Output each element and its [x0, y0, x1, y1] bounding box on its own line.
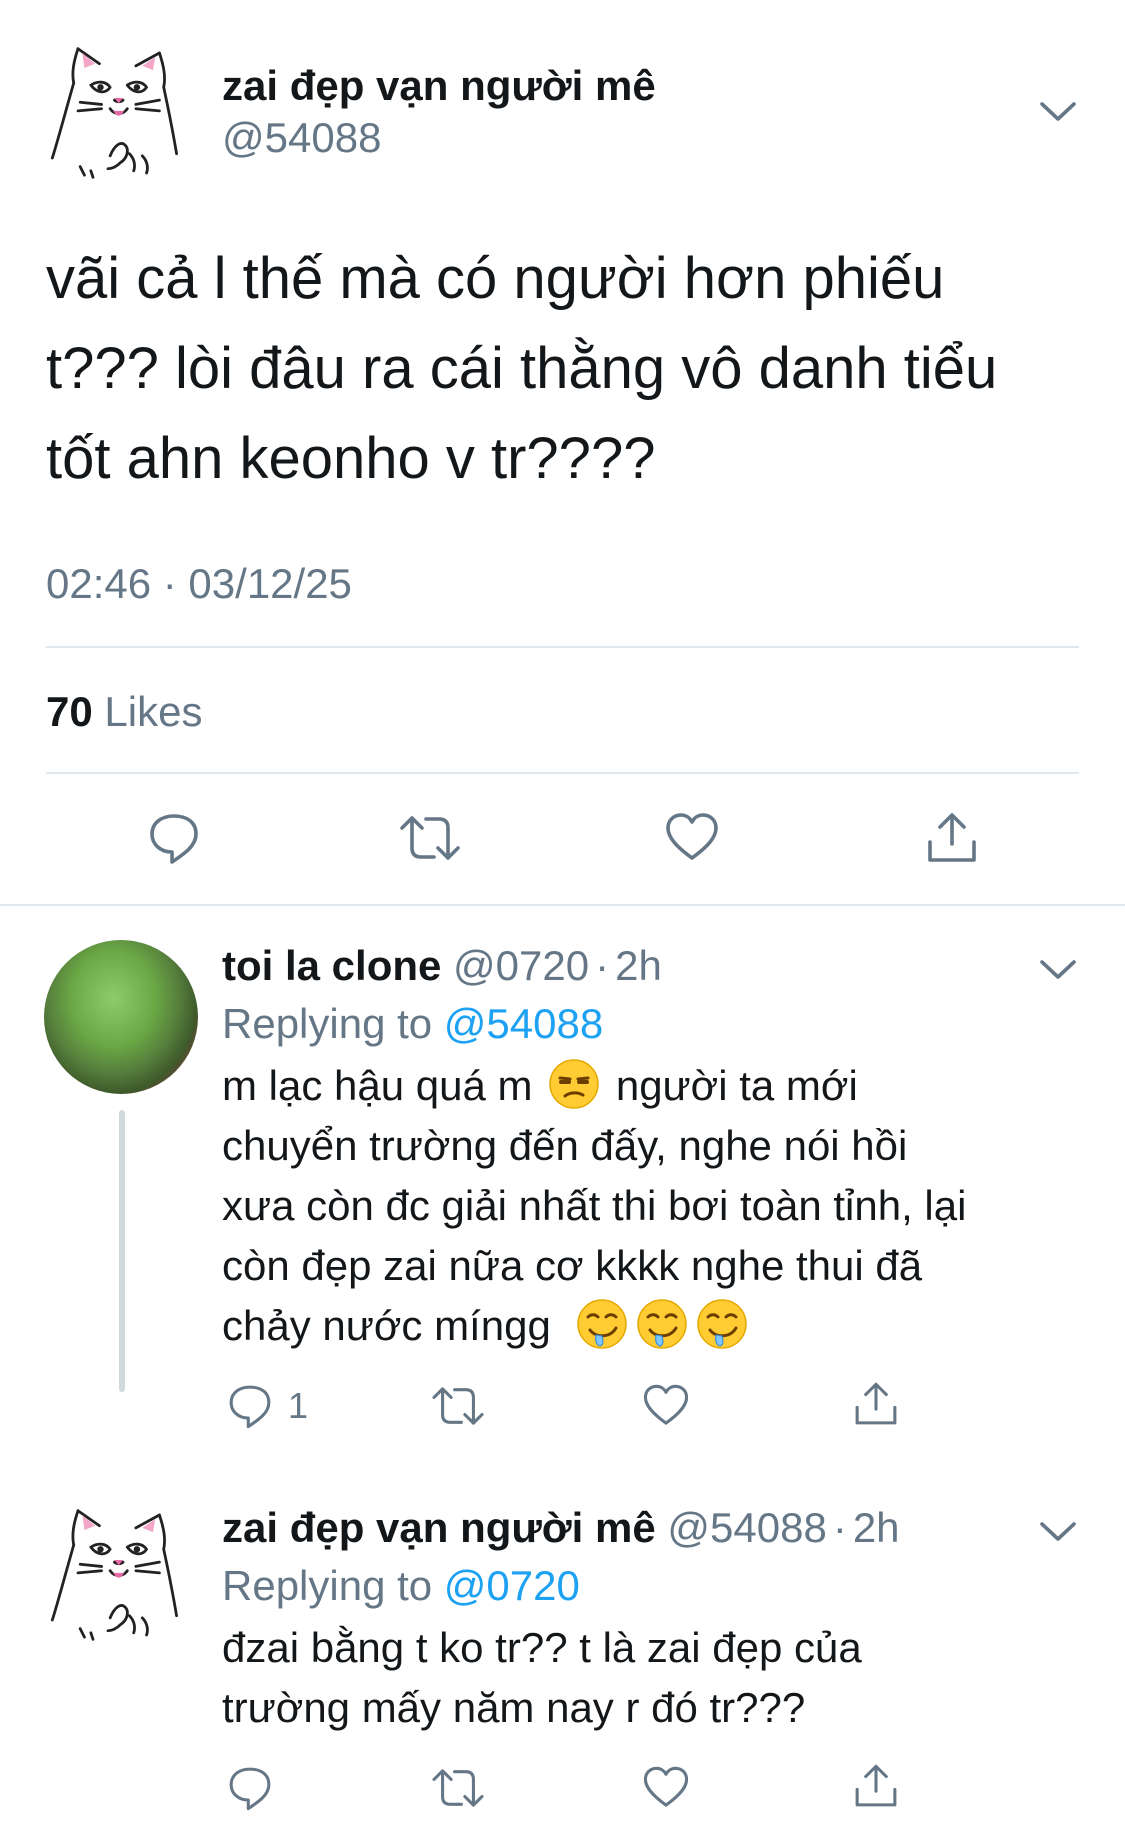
reply-icon — [146, 810, 202, 866]
like-button[interactable] — [642, 1382, 690, 1430]
reply-tweet: zai đẹp vạn người mê @54088 · 2h Replying … — [0, 1480, 1125, 1842]
reply-icon — [226, 1764, 274, 1812]
divider — [0, 904, 1125, 906]
likes-count: 70 — [46, 688, 93, 735]
share-button[interactable] — [852, 1762, 900, 1810]
more-options-button[interactable] — [1038, 100, 1078, 124]
heart-icon — [642, 1764, 690, 1812]
replying-to-handle[interactable]: @54088 — [444, 1000, 603, 1047]
reply-time[interactable]: 2h — [853, 1504, 900, 1551]
tweet-text-line: t??? lòi đâu ra cái thằng vô danh tiểu — [46, 336, 998, 401]
share-button[interactable] — [924, 810, 980, 866]
author-handle[interactable]: @54088 — [222, 114, 381, 162]
drooling-face-icon — [636, 1298, 688, 1350]
tweet-text: vãi cả l thế mà có người hơn phiếu t??? … — [46, 234, 997, 504]
chevron-down-icon — [1038, 1520, 1078, 1544]
drooling-face-icon — [696, 1298, 748, 1350]
separator: · — [832, 1504, 847, 1551]
cat-avatar-icon — [48, 38, 198, 188]
share-icon — [852, 1380, 900, 1428]
reply-text-line: còn đẹp zai nữa cơ kkkk nghe thui đã — [222, 1242, 923, 1289]
reply-tweet: toi la clone @0720 · 2h Replying to @54088… — [0, 910, 1125, 1470]
retweet-button[interactable] — [398, 810, 462, 866]
reply-button[interactable] — [226, 1764, 274, 1812]
tweet-timestamp[interactable]: 02:46 · 03/12/25 — [46, 560, 352, 608]
main-tweet: zai đẹp vạn người mê @54088 vãi cả l thế… — [0, 0, 1125, 906]
heart-icon — [664, 810, 720, 866]
tweet-text-line: vãi cả l thế mà có người hơn phiếu — [46, 246, 945, 311]
reply-time[interactable]: 2h — [615, 942, 662, 989]
retweet-icon — [430, 1764, 486, 1812]
chevron-down-icon — [1038, 100, 1078, 124]
reply-header: zai đẹp vạn người mê @54088 · 2h — [222, 1504, 900, 1552]
divider — [46, 772, 1079, 774]
author-name[interactable]: toi la clone — [222, 942, 441, 989]
more-options-button[interactable] — [1038, 958, 1078, 982]
reply-text: đzai bằng t ko tr?? t là zai đẹp của trư… — [222, 1618, 862, 1738]
like-button[interactable] — [664, 810, 720, 866]
reply-text-segment: chảy nước míngg — [222, 1302, 551, 1349]
share-button[interactable] — [852, 1380, 900, 1428]
divider — [46, 646, 1079, 648]
reply-text-line: chảy nước míngg — [222, 1296, 966, 1356]
chevron-down-icon — [1038, 958, 1078, 982]
retweet-icon — [430, 1382, 486, 1430]
reply-text-segment: người ta mới — [615, 1062, 858, 1109]
avatar[interactable] — [44, 940, 198, 1094]
reply-text-line: m lạc hậu quá m người ta mới — [222, 1056, 966, 1116]
like-button[interactable] — [642, 1764, 690, 1812]
reply-text-line: đzai bằng t ko tr?? t là zai đẹp của — [222, 1624, 862, 1671]
cat-avatar-icon — [48, 1500, 198, 1650]
reply-text: m lạc hậu quá m người ta mới chuyển trườ… — [222, 1056, 966, 1356]
replying-to-label: Replying to — [222, 1562, 433, 1609]
reply-count: 1 — [288, 1385, 309, 1426]
retweet-icon — [398, 810, 462, 866]
heart-icon — [642, 1382, 690, 1430]
more-options-button[interactable] — [1038, 1520, 1078, 1544]
reply-icon — [226, 1382, 274, 1430]
author-handle[interactable]: @54088 — [667, 1504, 826, 1551]
share-icon — [852, 1762, 900, 1810]
avatar[interactable] — [48, 38, 198, 188]
reply-text-line: chuyển trường đến đấy, nghe nói hồi — [222, 1122, 908, 1169]
reply-text-segment: m lạc hậu quá m — [222, 1062, 533, 1109]
likes-label: Likes — [104, 688, 203, 735]
author-handle[interactable]: @0720 — [453, 942, 589, 989]
tweet-text-line: tốt ahn keonho v tr???? — [46, 426, 656, 491]
reply-text-line: trường mấy năm nay r đó tr??? — [222, 1684, 806, 1731]
drooling-face-icon — [576, 1298, 628, 1350]
author-name[interactable]: zai đẹp vạn người mê — [222, 1504, 656, 1551]
likes-summary[interactable]: 70 Likes — [46, 688, 202, 736]
share-icon — [924, 810, 980, 866]
separator: · — [595, 942, 610, 989]
replying-to: Replying to @54088 — [222, 1000, 603, 1048]
avatar[interactable] — [48, 1500, 198, 1650]
reply-header: toi la clone @0720 · 2h — [222, 942, 662, 990]
reply-button[interactable] — [146, 810, 202, 866]
reply-button[interactable]: 1 — [226, 1382, 312, 1432]
thread-line — [119, 1110, 125, 1392]
replying-to: Replying to @0720 — [222, 1562, 580, 1610]
author-name[interactable]: zai đẹp vạn người mê — [222, 62, 656, 110]
unamused-face-icon — [548, 1058, 600, 1110]
retweet-button[interactable] — [430, 1764, 486, 1812]
replying-to-handle[interactable]: @0720 — [444, 1562, 580, 1609]
retweet-button[interactable] — [430, 1382, 486, 1430]
reply-text-line: xưa còn đc giải nhất thi bơi toàn tỉnh, … — [222, 1182, 967, 1229]
replying-to-label: Replying to — [222, 1000, 433, 1047]
